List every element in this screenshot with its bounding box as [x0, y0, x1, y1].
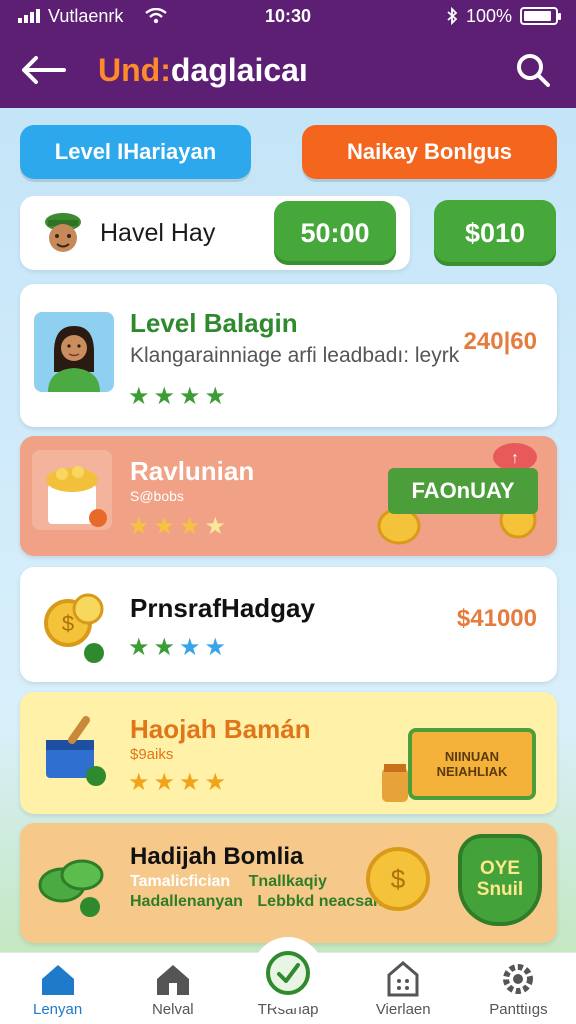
- signal-icon: [18, 9, 40, 23]
- promo-ribbon[interactable]: FAOnUAY: [388, 468, 538, 514]
- rating: ★ ★ ★ ★: [128, 512, 226, 541]
- title-prefix: Und:: [98, 51, 171, 88]
- star-icon: ★: [153, 634, 176, 661]
- balance-button[interactable]: 50:00: [274, 201, 396, 265]
- coin-icon: $: [366, 847, 430, 911]
- star-icon: ★: [204, 634, 227, 661]
- nav-item-nelval[interactable]: Nelval: [115, 953, 230, 1024]
- level-button[interactable]: Level IHariayan: [20, 125, 251, 179]
- house-icon: [156, 965, 189, 995]
- item-title: PrnsrafHadgay: [130, 593, 315, 623]
- app-header: Und:daglaicaı: [0, 32, 576, 108]
- gear-icon: [503, 964, 534, 994]
- rating: ★ ★ ★ ★: [128, 768, 226, 797]
- coins-button[interactable]: $010: [434, 200, 556, 266]
- nav-item-vierlaen[interactable]: Vierlaen: [346, 953, 461, 1024]
- nav-label: Panttiıgs: [489, 1001, 548, 1018]
- star-icon: ★: [179, 634, 201, 661]
- item-detail: Tamalicfician: [130, 873, 231, 890]
- star-icon: ★: [153, 769, 176, 796]
- clock: 10:30: [264, 5, 312, 26]
- item-subtitle: Klangarainniage arfi leadbadı: leyrk: [130, 344, 460, 367]
- carrier-label: Vutlaenrk: [48, 5, 124, 26]
- back-button[interactable]: [18, 45, 68, 95]
- star-icon: ★: [204, 513, 227, 540]
- star-icon: ★: [153, 383, 176, 410]
- item-detail: Hadallenanyan: [130, 893, 243, 910]
- item-title: Ravlunian: [130, 456, 255, 486]
- nav-item-home[interactable]: Lenyan: [0, 953, 115, 1024]
- rating: ★ ★ ★ ★: [128, 633, 226, 662]
- star-icon: ★: [128, 634, 150, 661]
- promo-banner[interactable]: NIINUAN NEIAHLIAK: [408, 728, 536, 800]
- nav-label: Vierlaen: [375, 1001, 431, 1018]
- item-title: Haojah Bamán: [130, 714, 311, 744]
- calculator-icon: [387, 961, 419, 997]
- svg-text:↑: ↑: [511, 450, 519, 467]
- jar-icon: [382, 764, 408, 802]
- status-bar: Vutlaenrk 10:30 100%: [0, 0, 576, 32]
- arrow-left-icon: [22, 56, 66, 84]
- avatar: [45, 213, 81, 252]
- user-name: Havel Hay: [100, 218, 216, 247]
- battery-percent: 100%: [465, 5, 512, 26]
- nav-item-settings[interactable]: Panttiıgs: [461, 953, 576, 1024]
- shield-line-2: Snuil: [476, 879, 524, 900]
- check-icon: [266, 951, 310, 995]
- profile-picture: [34, 312, 114, 392]
- item-subtitle: $9aiks: [130, 746, 174, 763]
- item-detail-row: Hadallenanyan Lebbkd neacsan: [130, 893, 383, 911]
- search-icon: [517, 54, 550, 87]
- treasure-box-icon: [46, 716, 106, 786]
- bluetooth-icon: [447, 7, 458, 25]
- nav-center-button[interactable]: [252, 937, 324, 1009]
- star-icon: ★: [153, 513, 176, 540]
- item-price: $41000: [456, 605, 537, 632]
- nav-label: Lenyan: [32, 1001, 83, 1018]
- nav-label: Nelval: [151, 1001, 194, 1018]
- item-detail-row: Tamalicfician Tnallkaqiy: [130, 873, 327, 891]
- search-button[interactable]: [508, 45, 558, 95]
- title-rest: daglaicaı: [170, 51, 308, 88]
- user-card: Havel Hay 50:00: [20, 196, 410, 270]
- list-item[interactable]: Level Balagin Klangarainniage arfi leadb…: [20, 284, 557, 427]
- list-item[interactable]: $ PrnsrafHadgay ★ ★ ★ ★ $41000: [20, 567, 557, 682]
- item-detail: Tnallkaqiy: [248, 873, 327, 890]
- star-icon: ★: [179, 383, 201, 410]
- banner-line-1: NIINUAN: [444, 749, 500, 764]
- star-icon: ★: [179, 513, 201, 540]
- coin-icon: $: [44, 593, 104, 663]
- item-title: Level Balagin: [130, 308, 298, 338]
- rating: ★ ★ ★ ★: [128, 382, 226, 411]
- gift-box-icon: [32, 450, 112, 530]
- shield-line-1: OYE: [479, 858, 521, 880]
- wifi-icon: [145, 8, 168, 24]
- banner-line-2: NEIAHLIAK: [436, 764, 508, 779]
- star-icon: ★: [128, 383, 150, 410]
- cash-icon: [38, 859, 104, 917]
- battery-icon: [520, 7, 561, 25]
- star-icon: ★: [204, 383, 227, 410]
- page-title: Und:daglaicaı: [98, 52, 508, 89]
- star-icon: ★: [128, 769, 150, 796]
- home-icon: [41, 965, 74, 995]
- shield-badge[interactable]: OYE Snuil: [458, 834, 542, 926]
- svg-text:$: $: [391, 864, 406, 894]
- item-subtitle: S@bobs: [130, 488, 184, 504]
- star-icon: ★: [204, 769, 227, 796]
- item-title: Hadijah Bomlia: [130, 843, 304, 870]
- star-icon: ★: [128, 513, 150, 540]
- star-icon: ★: [179, 769, 201, 796]
- item-price: 240|60: [463, 328, 537, 355]
- svg-text:$: $: [62, 611, 74, 636]
- bonus-button[interactable]: Naikay Bonlgus: [302, 125, 557, 179]
